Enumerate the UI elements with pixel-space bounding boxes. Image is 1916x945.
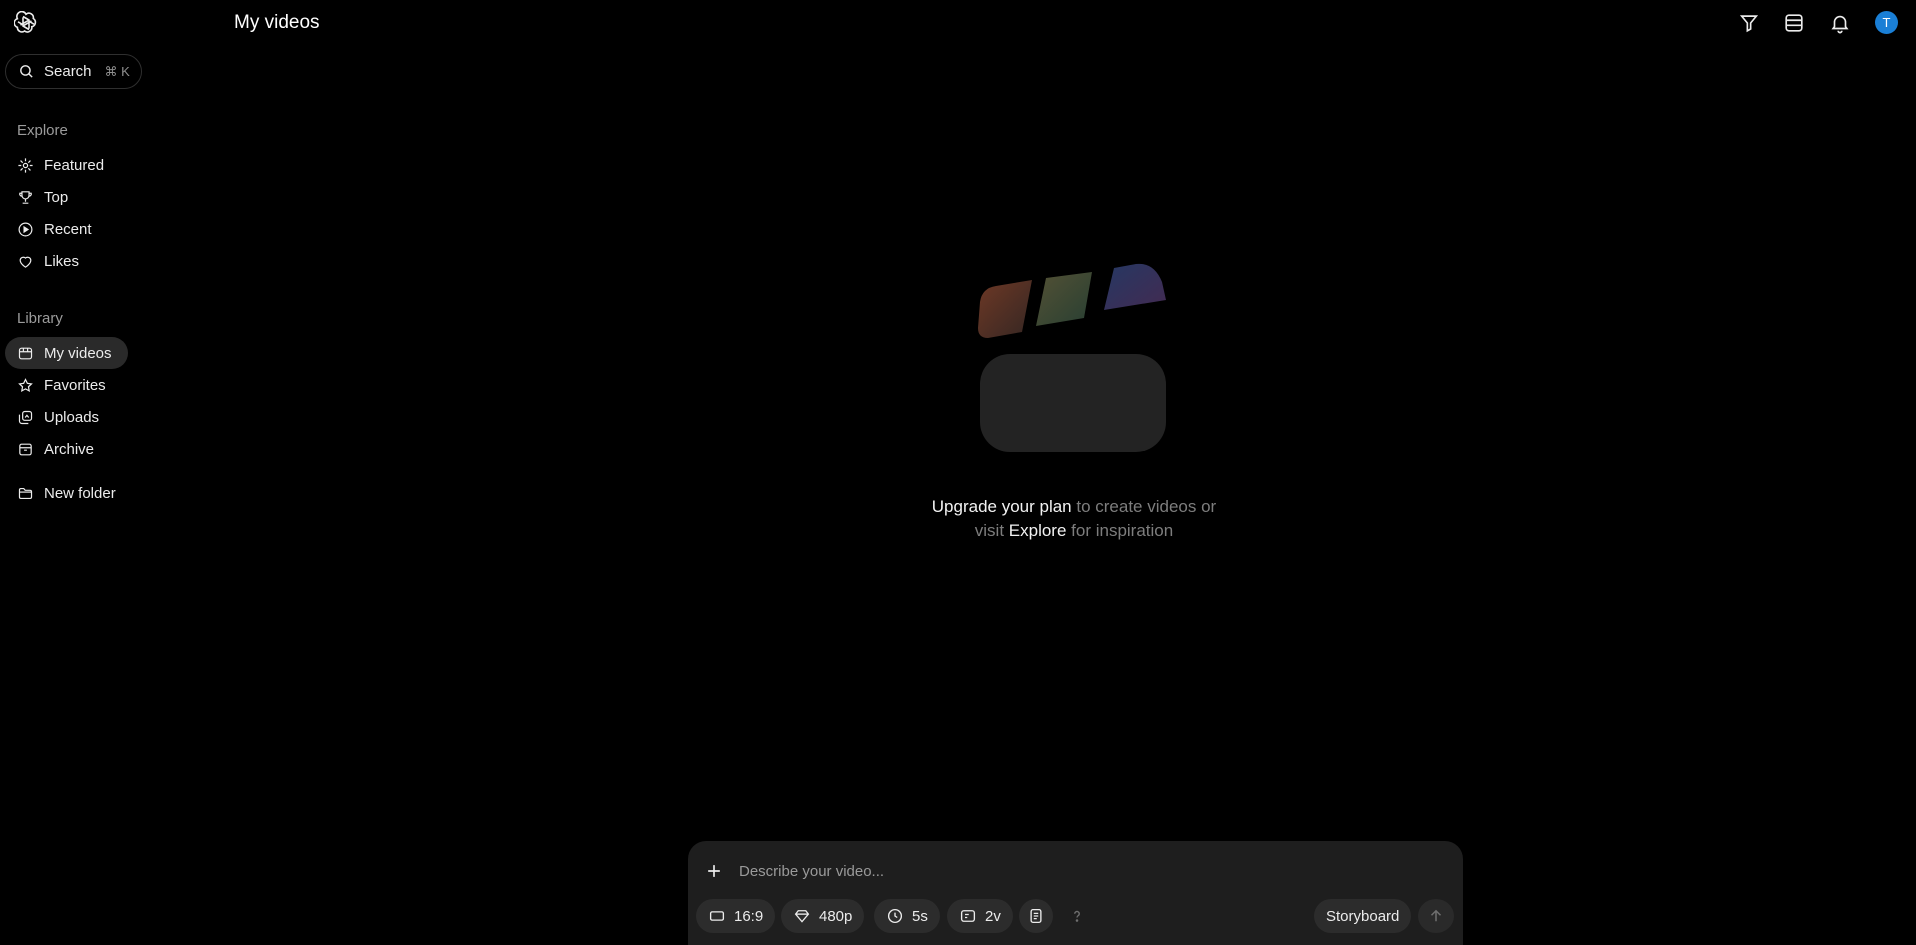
empty-state-text: to create videos or	[1071, 497, 1217, 516]
presets-button[interactable]	[1019, 899, 1053, 933]
variations-button[interactable]: 2v	[947, 899, 1013, 933]
calendar-grid-icon	[18, 347, 33, 359]
help-button[interactable]	[1060, 899, 1094, 933]
trophy-icon	[19, 190, 32, 204]
storyboard-label: Storyboard	[1326, 907, 1400, 925]
search-button[interactable]: Search ⌘ K	[5, 54, 142, 89]
variations-icon	[960, 910, 976, 922]
layout-icon	[1785, 14, 1803, 32]
sidebar-item-featured[interactable]: Featured	[5, 149, 120, 181]
avatar[interactable]: T	[1875, 11, 1898, 34]
page-title: My videos	[234, 12, 320, 33]
prompt-input[interactable]	[739, 859, 1339, 883]
sidebar-item-archive[interactable]: Archive	[5, 433, 110, 465]
sidebar-item-label: Uploads	[44, 408, 100, 426]
library-heading: Library	[17, 310, 63, 327]
plus-icon[interactable]	[704, 861, 724, 881]
resolution-value: 480p	[819, 907, 853, 925]
bell-icon	[1831, 15, 1849, 34]
explore-heading: Explore	[17, 122, 68, 139]
variations-value: 2v	[985, 907, 1001, 925]
star-icon	[18, 377, 33, 392]
clapperboard-illustration	[978, 263, 1166, 452]
aspect-ratio-icon	[709, 911, 725, 921]
sidebar-item-label: Archive	[44, 440, 95, 458]
sidebar-item-label: Likes	[44, 252, 80, 270]
sidebar-item-label: Top	[44, 188, 69, 206]
filter-button[interactable]	[1737, 11, 1761, 35]
duration-value: 5s	[912, 907, 928, 925]
storyboard-button[interactable]: Storyboard	[1314, 899, 1412, 933]
duration-button[interactable]: 5s	[874, 899, 940, 933]
sidebar-item-recent[interactable]: Recent	[5, 213, 108, 245]
aspect-ratio-button[interactable]: 16:9	[696, 899, 776, 933]
sidebar-item-top[interactable]: Top	[5, 181, 84, 213]
notifications-button[interactable]	[1828, 11, 1852, 35]
question-icon	[1074, 910, 1080, 922]
new-folder-label: New folder	[44, 484, 116, 502]
sidebar-item-favorites[interactable]: Favorites	[5, 369, 122, 401]
heart-icon	[19, 256, 32, 268]
sidebar-item-my-videos[interactable]: My videos	[5, 337, 128, 369]
sidebar-item-label: Recent	[44, 220, 92, 238]
upgrade-plan-link[interactable]: Upgrade your plan	[932, 497, 1072, 516]
empty-state-text: visit	[974, 521, 1009, 540]
folder-plus-icon	[18, 487, 33, 499]
layout-button[interactable]	[1782, 11, 1806, 35]
sidebar-item-label: Favorites	[44, 376, 106, 394]
uploads-icon	[18, 410, 33, 424]
archive-icon	[19, 443, 32, 455]
sidebar-item-label: Featured	[44, 156, 105, 174]
logo-icon[interactable]	[13, 10, 38, 35]
play-circle-icon	[18, 222, 33, 236]
sidebar-item-likes[interactable]: Likes	[5, 245, 95, 277]
aspect-ratio-value: 16:9	[734, 907, 764, 925]
diamond-icon	[794, 910, 810, 923]
empty-state-text: for inspiration	[1066, 521, 1174, 540]
new-folder-button[interactable]: New folder	[5, 477, 132, 509]
sidebar-item-uploads[interactable]: Uploads	[5, 401, 115, 433]
resolution-button[interactable]: 480p	[781, 899, 865, 933]
submit-button[interactable]	[1418, 899, 1454, 933]
app: My videos Search ⌘ K Explore Featured To…	[0, 0, 1916, 945]
clock-icon	[887, 908, 903, 924]
search-shortcut: ⌘ K	[104, 63, 130, 79]
sparkle-icon	[18, 157, 33, 173]
search-label: Search	[44, 63, 92, 80]
empty-state-message: Upgrade your plan to create videos or vi…	[900, 495, 1248, 543]
composer: 16:9 480p 5s 2v Storyboard	[688, 841, 1463, 945]
filter-icon	[1739, 15, 1759, 33]
arrow-up-icon	[1430, 909, 1442, 922]
sidebar-item-label: My videos	[44, 344, 112, 362]
search-icon	[20, 65, 33, 78]
document-icon	[1030, 908, 1042, 924]
explore-link[interactable]: Explore	[1009, 521, 1067, 540]
